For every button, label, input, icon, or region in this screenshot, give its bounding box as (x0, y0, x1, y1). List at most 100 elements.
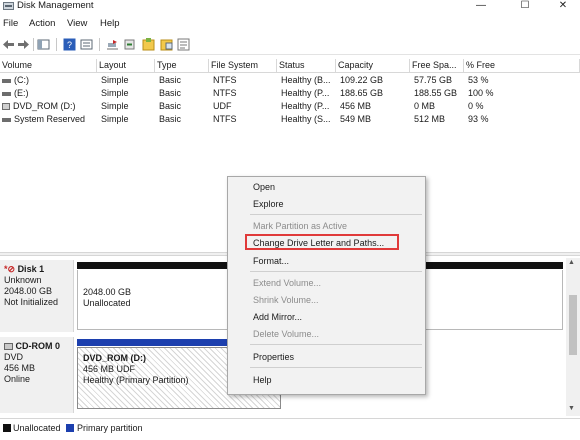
disk-name: Disk 1 (17, 264, 45, 274)
cell-status: Healthy (B... (281, 75, 331, 85)
menu-file[interactable]: File (3, 18, 18, 30)
column-header-status[interactable]: Status (277, 59, 336, 73)
cell-volume: (C:) (14, 75, 29, 85)
menu-item-extend-volume: Extend Volume... (253, 278, 322, 288)
back-icon[interactable] (2, 38, 15, 51)
legend-swatch-unallocated (3, 424, 11, 432)
disk-1-label[interactable]: *⊘ Disk 1 Unknown 2048.00 GB Not Initial… (0, 260, 74, 332)
disk-size: 2048.00 GB (4, 286, 53, 296)
cell-free-space: 0 MB (414, 101, 436, 111)
menu-item-shrink-volume: Shrink Volume... (253, 295, 319, 305)
cell-volume: DVD_ROM (D:) (13, 101, 76, 111)
partition-status: Unallocated (83, 298, 131, 308)
partition-label: DVD_ROM (D:) (83, 353, 146, 363)
partition-size: 2048.00 GB (83, 287, 132, 297)
column-header-percent-free[interactable]: % Free (464, 59, 580, 73)
cell-layout: Simple (101, 88, 129, 98)
cell-status: Healthy (P... (281, 101, 330, 111)
console-tree-icon[interactable] (37, 38, 50, 51)
cd-rom-0-label[interactable]: CD-ROM 0 DVD 456 MB Online (0, 337, 74, 413)
scroll-down-icon[interactable]: ▼ (568, 405, 575, 412)
menu-item-format[interactable]: Format... (253, 255, 289, 267)
cell-file-system: NTFS (213, 88, 237, 98)
cell-type: Basic (159, 75, 182, 85)
cell-percent-free: 53 % (468, 75, 489, 85)
volume-icon (2, 117, 11, 122)
cell-percent-free: 0 % (468, 101, 484, 111)
cell-layout: Simple (101, 101, 129, 111)
forward-icon[interactable] (17, 38, 30, 51)
cell-free-space: 512 MB (414, 114, 446, 124)
window-title: Disk Management (17, 0, 94, 11)
close-button[interactable]: ✕ (548, 0, 578, 14)
cell-percent-free: 93 % (468, 114, 489, 124)
cell-capacity: 549 MB (340, 114, 372, 124)
cell-type: Basic (159, 88, 182, 98)
toolbar-separator (99, 38, 100, 51)
rescan-icon[interactable] (123, 38, 136, 51)
legend: Unallocated Primary partition (0, 418, 580, 440)
properties-icon[interactable] (80, 38, 93, 51)
disk-status-icon: *⊘ (4, 264, 16, 274)
cell-volume: (E:) (14, 88, 29, 98)
menu-separator (250, 367, 422, 368)
svg-text:?: ? (67, 40, 72, 50)
cell-free-space: 57.75 GB (414, 75, 453, 85)
context-menu: Open Explore Mark Partition as Active Ch… (227, 176, 426, 395)
menu-item-mark-active: Mark Partition as Active (253, 221, 348, 231)
menu-item-properties[interactable]: Properties (253, 351, 294, 363)
column-header-capacity[interactable]: Capacity (336, 59, 410, 73)
column-header-file-system[interactable]: File System (209, 59, 277, 73)
cell-type: Basic (159, 114, 182, 124)
partition-size: 456 MB UDF (83, 364, 136, 374)
menu-item-delete-volume: Delete Volume... (253, 329, 320, 339)
refresh-icon[interactable] (106, 38, 119, 51)
menu-bar: File Action View Help (0, 16, 580, 32)
scroll-up-icon[interactable]: ▲ (568, 259, 575, 266)
maximize-button[interactable]: ☐ (510, 0, 540, 14)
volume-icon (2, 78, 11, 83)
legend-label-primary: Primary partition (77, 423, 143, 433)
export-icon[interactable] (160, 38, 173, 51)
menu-help[interactable]: Help (100, 18, 120, 30)
cell-capacity: 109.22 GB (340, 75, 384, 85)
menu-item-open[interactable]: Open (253, 181, 275, 193)
toolbar-separator (56, 38, 57, 51)
disk-management-icon (3, 2, 14, 10)
cell-type: Basic (159, 101, 182, 111)
column-header-free-space[interactable]: Free Spa... (410, 59, 464, 73)
menu-action[interactable]: Action (29, 18, 55, 30)
cell-volume: System Reserved (14, 114, 86, 124)
disk-state: Online (4, 374, 31, 384)
column-header-type[interactable]: Type (155, 59, 209, 73)
cell-percent-free: 100 % (468, 88, 494, 98)
scrollbar-thumb[interactable] (569, 295, 577, 355)
cell-file-system: NTFS (213, 114, 237, 124)
legend-label-unallocated: Unallocated (13, 423, 61, 433)
menu-item-explore[interactable]: Explore (253, 198, 284, 210)
new-volume-icon[interactable] (142, 38, 155, 51)
cell-file-system: UDF (213, 101, 232, 111)
disk-name: CD-ROM 0 (15, 341, 61, 351)
disk-size: 456 MB (4, 363, 36, 373)
disk-type: Unknown (4, 275, 42, 285)
menu-view[interactable]: View (67, 18, 87, 30)
disk-state: Not Initialized (4, 297, 59, 307)
help-icon[interactable]: ? (63, 38, 76, 51)
cell-status: Healthy (S... (281, 114, 331, 124)
cell-file-system: NTFS (213, 75, 237, 85)
menu-item-add-mirror[interactable]: Add Mirror... (253, 311, 302, 323)
menu-item-help[interactable]: Help (253, 374, 272, 386)
column-header-layout[interactable]: Layout (97, 59, 155, 73)
menu-separator (250, 214, 422, 215)
partition-status: Healthy (Primary Partition) (83, 375, 189, 385)
export-list-icon[interactable] (177, 38, 190, 51)
column-header-volume[interactable]: Volume (0, 59, 97, 73)
cd-drive-icon (4, 343, 13, 351)
title-bar: Disk Management — ☐ ✕ (0, 0, 580, 14)
menu-separator (250, 344, 422, 345)
cell-layout: Simple (101, 114, 129, 124)
legend-swatch-primary (66, 424, 74, 432)
cell-capacity: 188.65 GB (340, 88, 384, 98)
minimize-button[interactable]: — (466, 0, 496, 14)
